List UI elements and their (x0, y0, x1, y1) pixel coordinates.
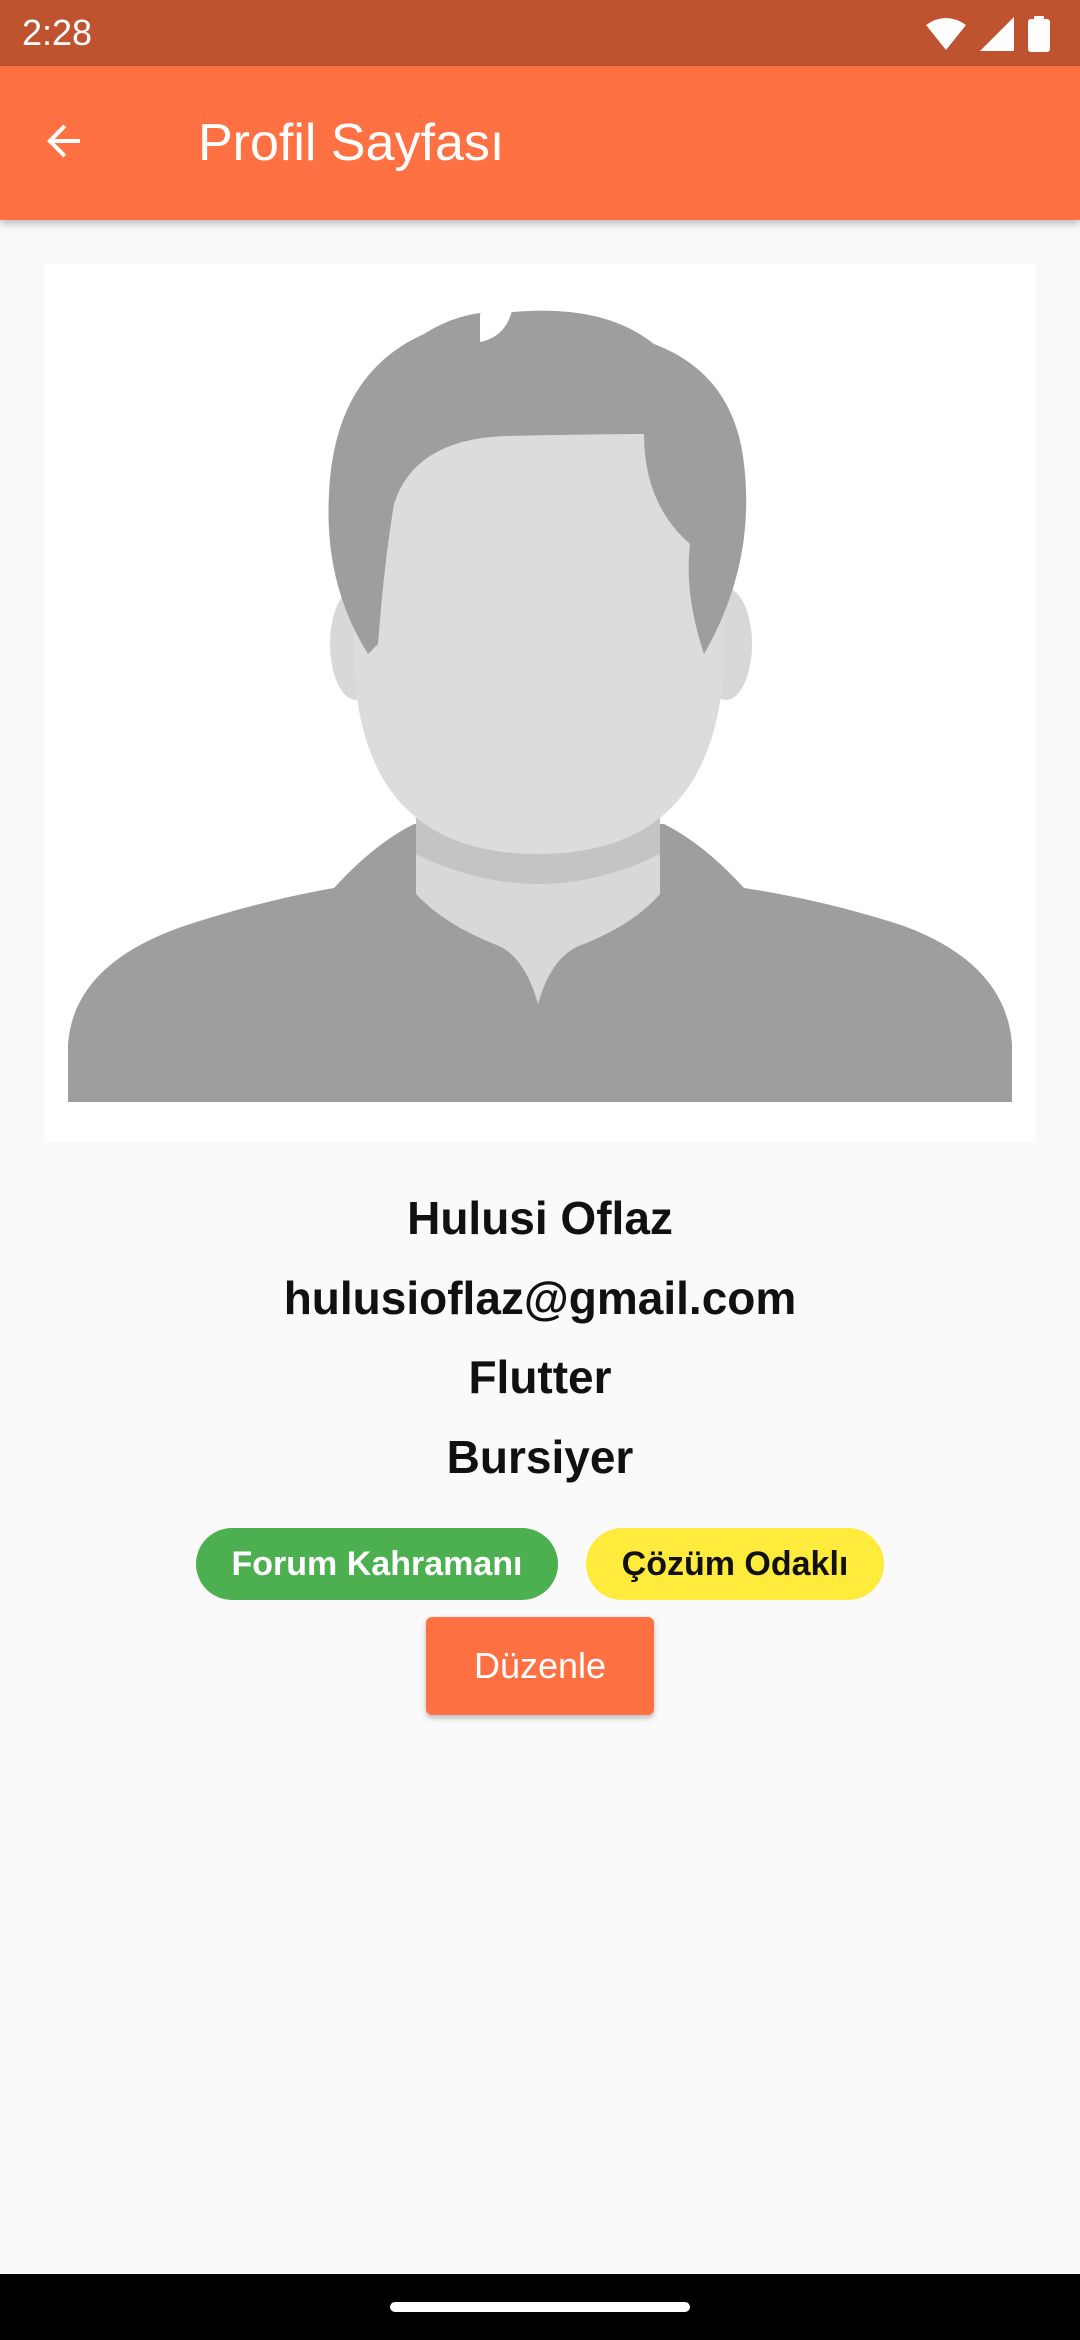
badge-solution-oriented: Çözüm Odaklı (586, 1528, 884, 1600)
badge-list: Forum Kahramanı Çözüm Odaklı (0, 1528, 1080, 1600)
profile-email: hulusioflaz@gmail.com (283, 1272, 797, 1324)
signal-icon (980, 17, 1014, 51)
profile-screen: 2:28 Profil Sayfası Hulusi Oflaz hulusio… (0, 0, 1080, 2340)
edit-button[interactable]: Düzenle (426, 1617, 654, 1715)
status-bar: 2:28 (0, 0, 1080, 66)
profile-role: Bursiyer (446, 1431, 634, 1483)
home-gesture-handle[interactable] (390, 2302, 690, 2312)
wifi-icon (926, 17, 966, 51)
app-bar: Profil Sayfası (0, 66, 1080, 220)
default-avatar-icon (68, 298, 1012, 1102)
status-icons (926, 14, 1050, 54)
profile-department: Flutter (468, 1351, 612, 1403)
system-nav-bar (0, 2274, 1080, 2340)
avatar (44, 264, 1036, 1142)
back-button[interactable] (32, 111, 96, 175)
arrow-back-icon (40, 117, 88, 170)
status-time: 2:28 (22, 12, 93, 53)
battery-icon (1028, 16, 1050, 52)
profile-name: Hulusi Oflaz (407, 1192, 673, 1244)
page-title: Profil Sayfası (198, 114, 505, 172)
badge-forum-hero: Forum Kahramanı (196, 1528, 558, 1600)
